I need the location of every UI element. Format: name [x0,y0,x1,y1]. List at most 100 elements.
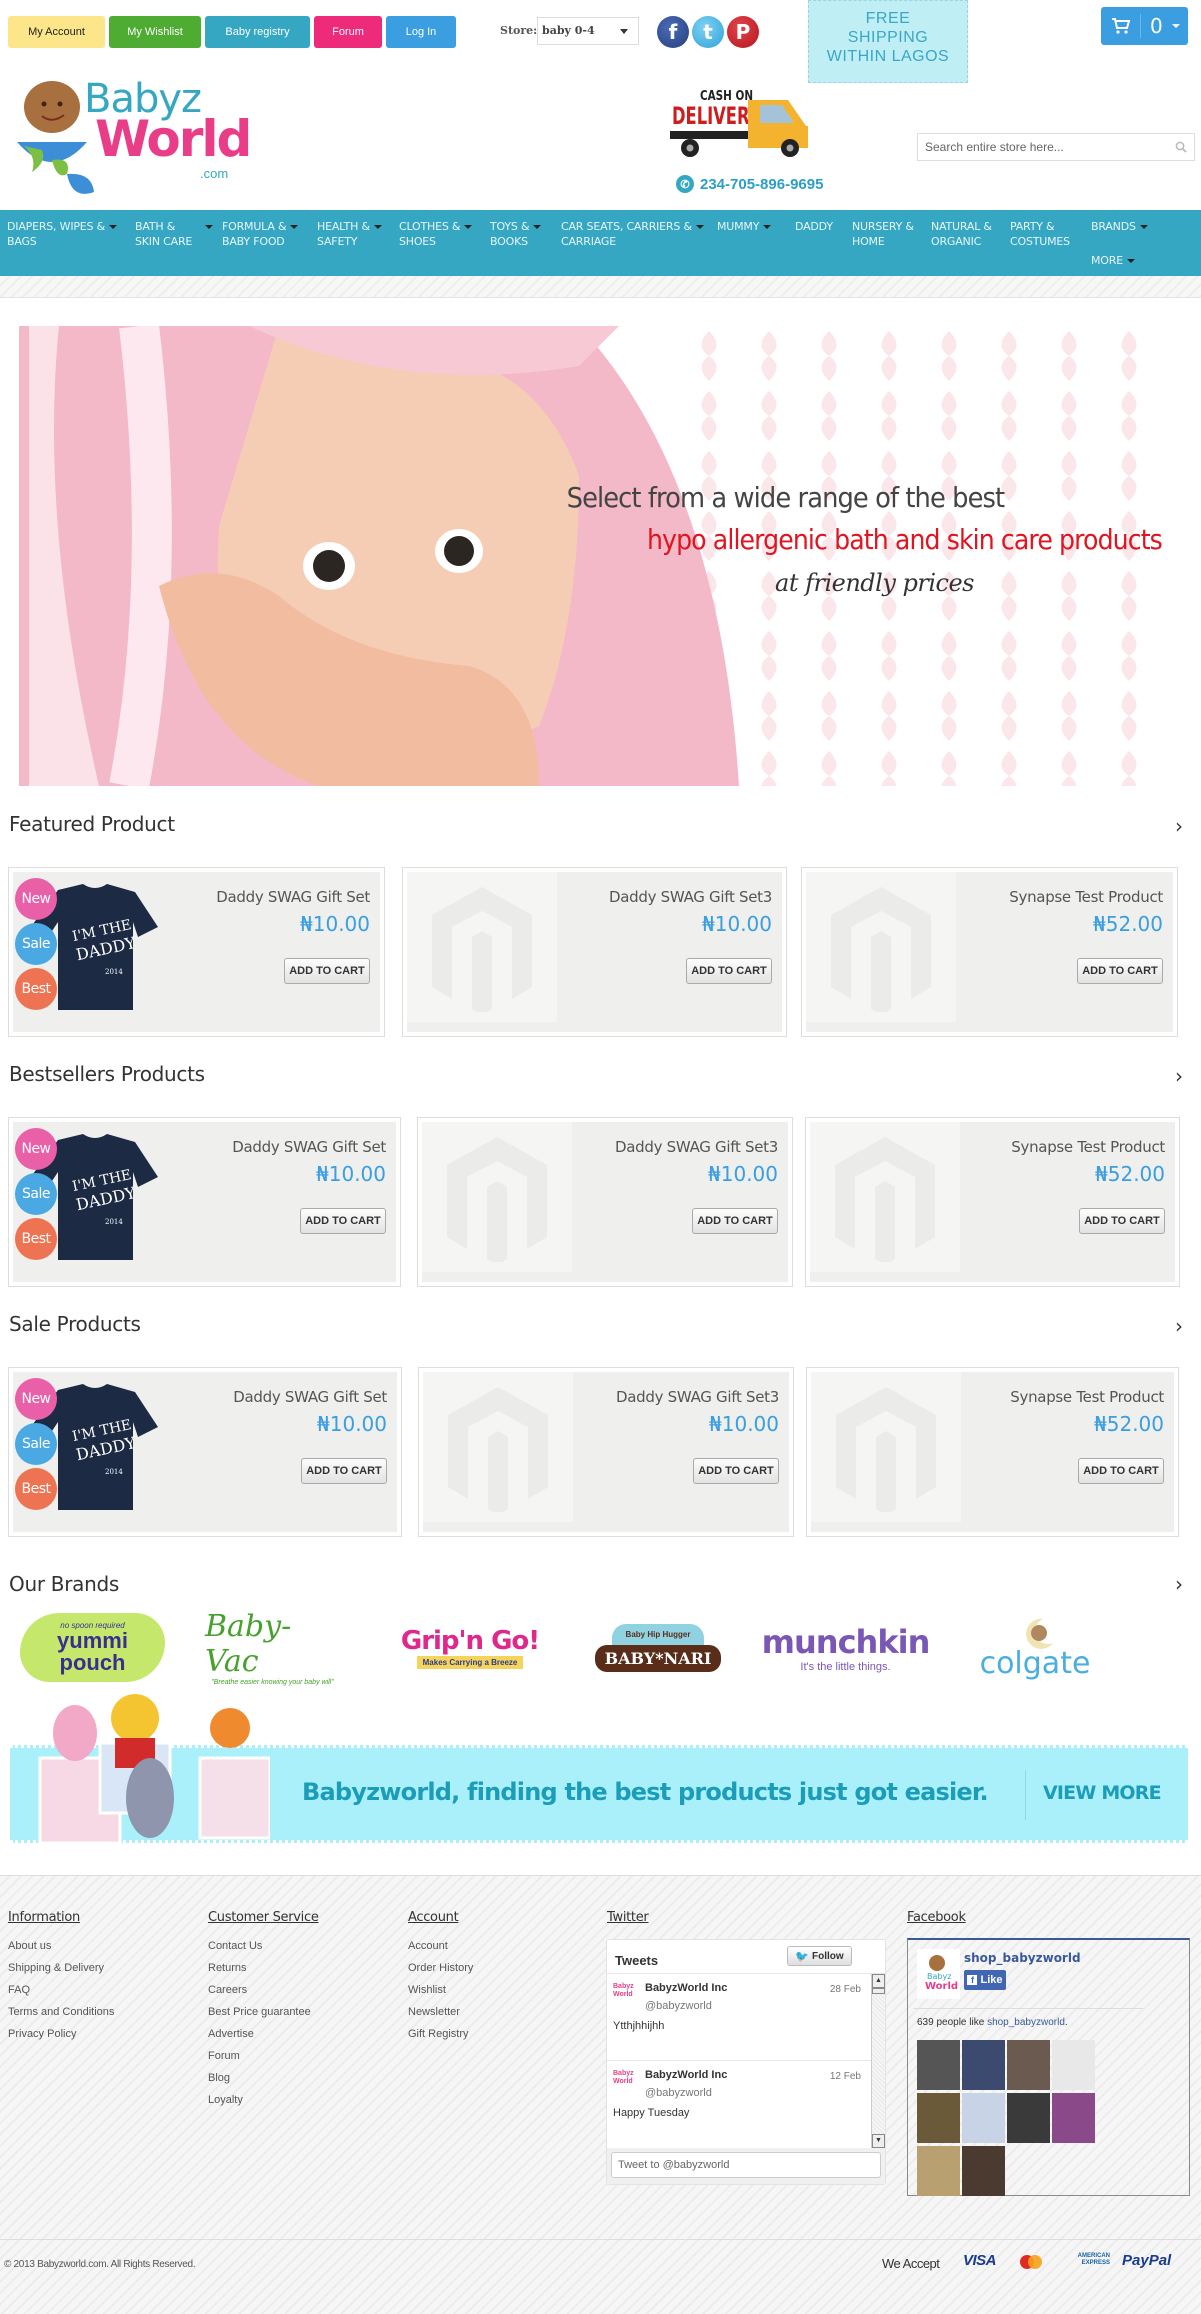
section-next-arrow[interactable]: › [1175,1064,1183,1088]
nav-item-party[interactable]: PARTY & COSTUMES [1010,219,1070,249]
product-name[interactable]: Synapse Test Product [1011,1138,1165,1156]
forum-button[interactable]: Forum [314,16,382,48]
my-account-button[interactable]: My Account [8,16,105,48]
scroll-down-icon[interactable]: ▼ [872,2134,885,2148]
facebook-page-link[interactable]: shop_babyzworld [987,2017,1065,2028]
brand-logo-baby-vac[interactable]: Baby-Vac "Breathe easier knowing your ba… [205,1609,340,1686]
tweet-item[interactable]: Babyz World BabyzWorld Inc 12 Feb @babyzw… [607,2061,871,2148]
scroll-up-icon[interactable]: ▲ [872,1974,885,1988]
product-image-placeholder[interactable] [423,1372,573,1522]
nav-item-toys[interactable]: TOYS & BOOKS [490,219,542,249]
my-wishlist-button[interactable]: My Wishlist [109,16,201,48]
product-image-placeholder[interactable] [422,1122,572,1272]
tweets-scrollbar[interactable]: ▲ ▼ [871,1974,885,2148]
product-name[interactable]: Synapse Test Product [1010,1388,1164,1406]
footer-link[interactable]: Blog [208,2072,230,2084]
twitter-follow-button[interactable]: 🐦 Follow [787,1946,852,1966]
footer-link[interactable]: Newsletter [408,2006,460,2018]
product-image-placeholder[interactable] [811,1372,961,1522]
add-to-cart-button[interactable]: ADD TO CART [1079,1208,1165,1234]
facebook-icon[interactable]: f [657,16,689,48]
store-select[interactable]: baby 0-4 [537,17,639,45]
facebook-page-name[interactable]: shop_babyzworld [964,1951,1081,1965]
product-name[interactable]: Daddy SWAG Gift Set [216,888,370,906]
facebook-fan-avatar[interactable] [917,2040,960,2090]
product-card[interactable]: I'M THE DADDY 2014 New Sale Best Daddy SWAG Gi… [8,1117,401,1287]
add-to-cart-button[interactable]: ADD TO CART [1078,1458,1164,1484]
pinterest-icon[interactable]: P [727,16,759,48]
facebook-fan-avatar[interactable] [917,2146,960,2196]
twitter-icon[interactable]: t [692,16,724,48]
nav-item-clothes[interactable]: CLOTHES & SHOES [399,219,473,249]
product-name[interactable]: Daddy SWAG Gift Set3 [615,1138,778,1156]
product-card[interactable]: Synapse Test Product ₦52.00 ADD TO CART [806,1367,1179,1537]
brand-logo-baby-nari[interactable]: Baby Hip Hugger BABY*NARI [583,1610,733,1685]
facebook-fan-avatar[interactable] [1007,2040,1050,2090]
footer-link[interactable]: FAQ [8,1984,30,1996]
facebook-fan-avatar[interactable] [962,2146,1005,2196]
nav-item-car-seats[interactable]: CAR SEATS, CARRIERS & CARRIAGE [561,219,704,249]
brands-next-arrow[interactable]: › [1175,1572,1183,1596]
product-name[interactable]: Synapse Test Product [1009,888,1163,906]
site-logo[interactable]: Babyz World .com [12,62,252,197]
add-to-cart-button[interactable]: ADD TO CART [692,1208,778,1234]
nav-item-formula[interactable]: FORMULA & BABY FOOD [222,219,299,249]
facebook-heading[interactable]: Facebook [907,1910,966,1925]
add-to-cart-button[interactable]: ADD TO CART [1077,958,1163,984]
footer-link[interactable]: Terms and Conditions [8,2006,114,2018]
product-card[interactable]: I'M THE DADDY 2014 New Sale Best Daddy SWAG Gi… [8,1367,402,1537]
footer-link[interactable]: Shipping & Delivery [8,1962,104,1974]
facebook-fan-avatar[interactable] [1007,2093,1050,2143]
product-name[interactable]: Daddy SWAG Gift Set3 [609,888,772,906]
baby-registry-button[interactable]: Baby registry [205,16,310,48]
facebook-fan-avatar[interactable] [1052,2040,1095,2090]
product-image-placeholder[interactable] [806,872,956,1022]
product-name[interactable]: Daddy SWAG Gift Set [233,1388,387,1406]
nav-item-more[interactable]: MORE [1091,253,1135,268]
phone-number[interactable]: ✆ 234-705-896-9695 [676,175,823,193]
nav-item-daddy[interactable]: DADDY [795,219,833,234]
nav-item-natural[interactable]: NATURAL & ORGANIC [931,219,992,249]
promo-banner[interactable]: Babyzworld, finding the best products ju… [10,1694,1188,1845]
product-name[interactable]: Daddy SWAG Gift Set [232,1138,386,1156]
facebook-page-avatar[interactable]: Babyz World [917,1949,960,1999]
footer-link[interactable]: Gift Registry [408,2028,469,2040]
product-card[interactable]: Daddy SWAG Gift Set3 ₦10.00 ADD TO CART [417,1117,793,1287]
brand-logo-yummi-pouch[interactable]: no spoon required yummi pouch [20,1610,165,1685]
facebook-fan-avatar[interactable] [1052,2093,1095,2143]
brand-logo-grip-n-go[interactable]: Grip'n Go! Makes Carrying a Breeze [395,1610,545,1685]
add-to-cart-button[interactable]: ADD TO CART [301,1458,387,1484]
tweet-item[interactable]: Babyz World BabyzWorld Inc 28 Feb @babyzw… [607,1974,871,2061]
footer-link[interactable]: Privacy Policy [8,2028,76,2040]
footer-link[interactable]: Best Price guarantee [208,2006,311,2018]
footer-link[interactable]: Forum [208,2050,240,2062]
product-card[interactable]: Synapse Test Product ₦52.00 ADD TO CART [801,867,1178,1037]
scroll-thumb[interactable] [872,1988,885,1994]
footer-link[interactable]: Careers [208,1984,247,1996]
add-to-cart-button[interactable]: ADD TO CART [686,958,772,984]
footer-link[interactable]: Account [408,1940,448,1952]
search-icon[interactable] [1175,141,1187,153]
brand-logo-colgate[interactable]: colgate [960,1610,1110,1685]
facebook-fan-avatar[interactable] [917,2093,960,2143]
footer-link[interactable]: Advertise [208,2028,254,2040]
section-next-arrow[interactable]: › [1175,1314,1183,1338]
footer-column-title[interactable]: Information [8,1910,80,1925]
nav-item-bath[interactable]: BATH & SKIN CARE [135,219,214,249]
footer-link[interactable]: Order History [408,1962,473,1974]
cart-button[interactable]: 0 [1101,7,1188,45]
footer-link[interactable]: Returns [208,1962,247,1974]
view-more-button[interactable]: VIEW MORE [1043,1782,1162,1804]
facebook-like-button[interactable]: f Like [964,1970,1006,1990]
twitter-heading[interactable]: Twitter [607,1910,649,1925]
footer-column-title[interactable]: Customer Service [208,1910,319,1925]
nav-item-mummy[interactable]: MUMMY [717,219,772,234]
nav-item-health[interactable]: HEALTH & SAFETY [317,219,382,249]
login-button[interactable]: Log In [386,16,456,48]
add-to-cart-button[interactable]: ADD TO CART [284,958,370,984]
add-to-cart-button[interactable]: ADD TO CART [693,1458,779,1484]
footer-column-title[interactable]: Account [408,1910,459,1925]
add-to-cart-button[interactable]: ADD TO CART [300,1208,386,1234]
product-name[interactable]: Daddy SWAG Gift Set3 [616,1388,779,1406]
product-card[interactable]: I'M THE DADDY 2014 New Sale Best Daddy SWAG Gi… [8,867,385,1037]
